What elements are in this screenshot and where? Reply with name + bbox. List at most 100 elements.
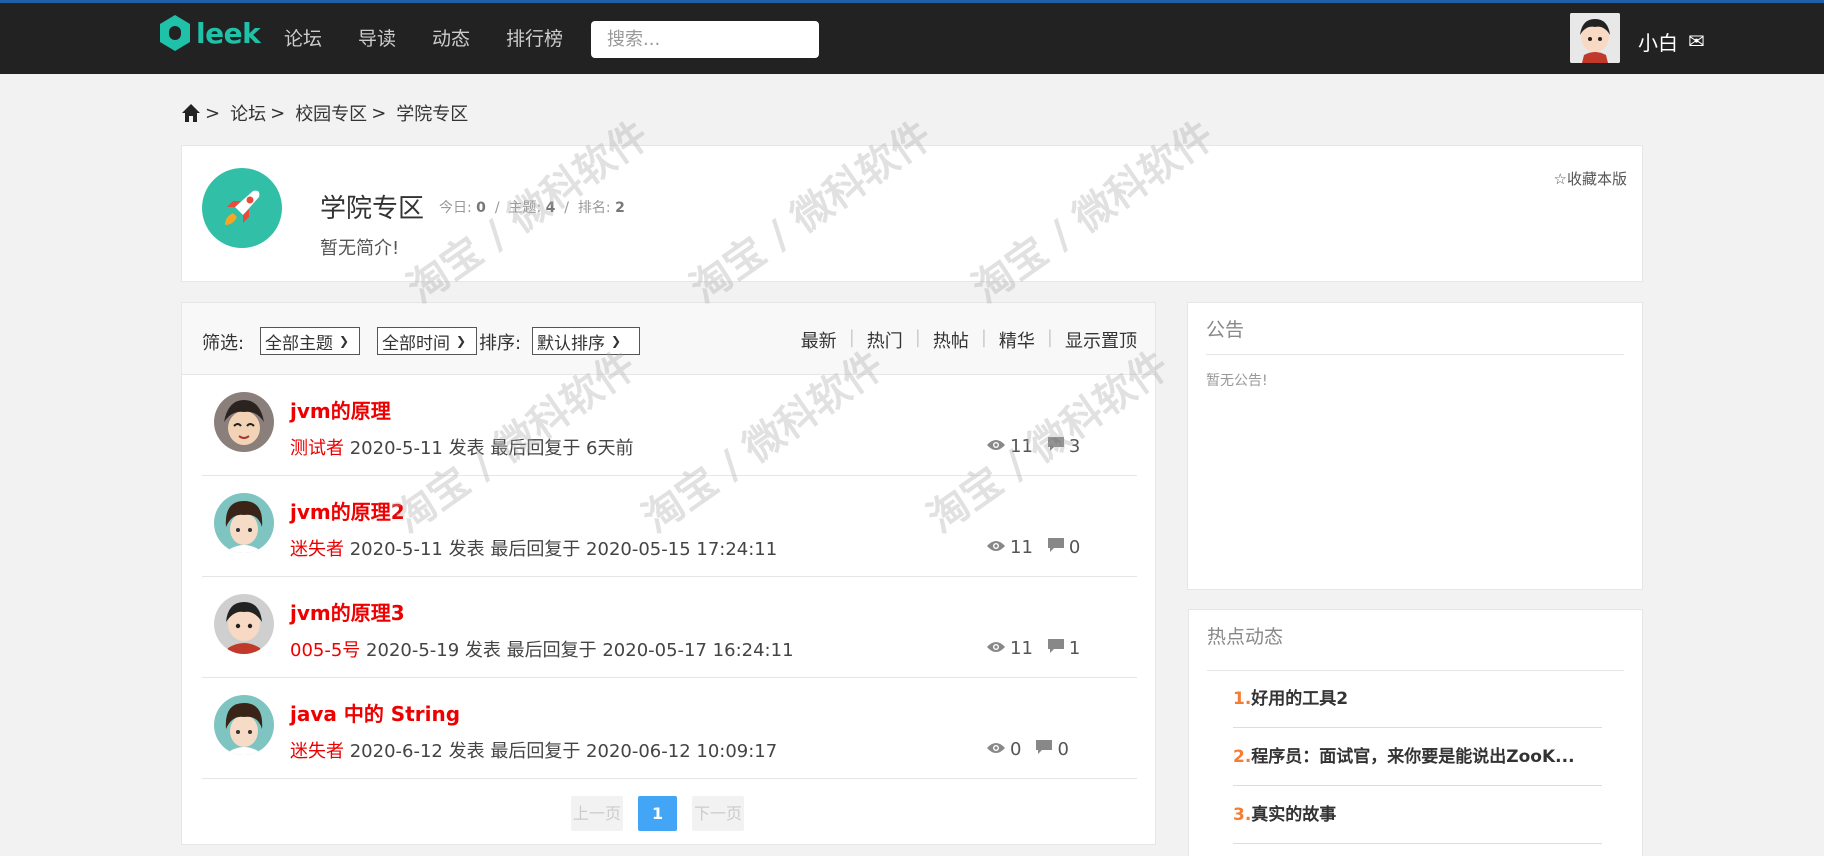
nav-activity[interactable]: 动态	[432, 24, 470, 51]
hot-item[interactable]: 3.真实的故事	[1233, 786, 1602, 844]
comment-icon	[1047, 537, 1065, 558]
divider	[1206, 354, 1624, 355]
author-avatar[interactable]	[214, 392, 274, 452]
view-count: 11	[1010, 537, 1033, 558]
thread-row: jvm的原理2 迷失者 2020-5-11 发表 最后回复于 2020-05-1…	[202, 476, 1137, 577]
top-navbar: leek 论坛 导读 动态 排行榜 小白 ✉	[0, 0, 1824, 74]
nav-ranking[interactable]: 排行榜	[506, 24, 563, 51]
thread-row: java 中的 String 迷失者 2020-6-12 发表 最后回复于 20…	[202, 678, 1137, 779]
breadcrumb-current: 学院专区	[396, 104, 469, 125]
hot-item-text: 真实的故事	[1251, 805, 1337, 825]
thread-stats: 11 0	[986, 537, 1080, 558]
reply-count: 0	[1057, 739, 1069, 760]
eye-icon	[986, 638, 1006, 659]
breadcrumb-separator: >	[371, 102, 387, 124]
mail-icon[interactable]: ✉	[1688, 29, 1705, 53]
breadcrumb: > 论坛 > 校园专区 > 学院专区	[181, 100, 468, 126]
site-logo[interactable]: leek	[160, 15, 261, 51]
board-title: 学院专区	[320, 194, 425, 224]
thread-title[interactable]: jvm的原理3	[290, 597, 405, 626]
search-input[interactable]	[591, 21, 819, 58]
thread-panel: 筛选: 全部主题 ❯ 全部时间 ❯ 排序: 默认排序 ❯ 最新 | 热门 | 热帖 | 精华…	[181, 302, 1156, 845]
author-avatar[interactable]	[214, 695, 274, 755]
sort-hot-posts[interactable]: 热帖	[933, 327, 969, 353]
reply-count: 1	[1068, 638, 1081, 659]
sort-select[interactable]: 默认排序 ❯	[532, 327, 640, 355]
thread-author[interactable]: 迷失者	[290, 539, 344, 560]
main-nav: 论坛 导读 动态 排行榜	[284, 24, 599, 51]
hot-topics-card: 热点动态 1.好用的工具2 2.程序员：面试官，来你要是能说出ZooK... 3…	[1188, 609, 1643, 856]
rocket-icon	[202, 168, 282, 248]
thread-title[interactable]: jvm的原理	[290, 395, 391, 424]
sort-latest[interactable]: 最新	[801, 327, 837, 353]
home-icon[interactable]	[181, 103, 201, 123]
thread-author[interactable]: 测试者	[290, 438, 344, 459]
thread-stats: 11 1	[986, 638, 1080, 659]
hot-rank: 3.	[1233, 805, 1252, 825]
topics-count: 4	[545, 200, 556, 216]
eye-icon	[986, 436, 1006, 457]
chevron-down-icon: ❯	[456, 334, 467, 348]
view-count: 11	[1010, 638, 1033, 659]
page-number-button[interactable]: 1	[638, 796, 678, 831]
time-select-value: 全部时间	[382, 333, 450, 354]
breadcrumb-separator: >	[205, 102, 221, 124]
filter-label: 筛选:	[202, 333, 245, 354]
rank-label: 排名:	[577, 200, 611, 216]
sort-featured[interactable]: 精华	[999, 327, 1035, 353]
topics-label: 主题:	[508, 200, 542, 216]
show-pinned[interactable]: 显示置顶	[1065, 327, 1137, 353]
thread-date-info: 2020-5-19 发表 最后回复于 2020-05-17 16:24:11	[360, 640, 794, 661]
prev-page-button[interactable]: 上一页	[571, 796, 624, 831]
board-header: 学院专区 今日: 0 / 主题: 4 / 排名: 2 暂无简介! ☆收藏本版	[181, 145, 1643, 282]
thread-list: jvm的原理 测试者 2020-5-11 发表 最后回复于 6天前 11 3 j…	[202, 375, 1137, 779]
hot-item-text: 好用的工具2	[1251, 689, 1349, 709]
sort-select-value: 默认排序	[537, 333, 605, 354]
breadcrumb-campus[interactable]: 校园专区	[295, 100, 367, 126]
time-select[interactable]: 全部时间 ❯	[377, 327, 477, 355]
board-description: 暂无简介!	[320, 238, 400, 259]
sort-hot[interactable]: 热门	[867, 327, 903, 353]
topic-select-value: 全部主题	[265, 333, 333, 354]
rank-value: 2	[615, 200, 625, 216]
hot-item[interactable]: 2.程序员：面试官，来你要是能说出ZooK...	[1233, 728, 1602, 786]
logo-text: leek	[196, 16, 261, 50]
thread-row: jvm的原理 测试者 2020-5-11 发表 最后回复于 6天前 11 3	[202, 375, 1137, 476]
thread-author[interactable]: 迷失者	[290, 741, 344, 762]
board-stats: 今日: 0 / 主题: 4 / 排名: 2	[439, 197, 625, 217]
stats-divider: /	[564, 200, 569, 216]
next-page-button[interactable]: 下一页	[692, 796, 745, 831]
username[interactable]: 小白	[1638, 27, 1678, 56]
comment-icon	[1035, 739, 1053, 760]
pagination: 上一页 1 下一页	[571, 796, 759, 831]
author-avatar[interactable]	[214, 493, 274, 553]
eye-icon	[986, 537, 1006, 558]
thread-meta: 迷失者 2020-6-12 发表 最后回复于 2020-06-12 10:09:…	[290, 737, 777, 763]
breadcrumb-separator: >	[270, 102, 286, 124]
thread-author[interactable]: 005-5号	[290, 640, 360, 661]
user-avatar[interactable]	[1570, 13, 1620, 63]
thread-meta: 测试者 2020-5-11 发表 最后回复于 6天前	[290, 434, 634, 460]
thread-date-info: 2020-6-12 发表 最后回复于 2020-06-12 10:09:17	[344, 741, 778, 762]
thread-date-info: 2020-5-11 发表 最后回复于 6天前	[344, 438, 634, 459]
stats-divider: /	[494, 200, 500, 216]
comment-icon	[1047, 638, 1065, 659]
topic-select[interactable]: 全部主题 ❯	[260, 327, 360, 355]
favorite-board-button[interactable]: ☆收藏本版	[1554, 168, 1627, 189]
nav-forum[interactable]: 论坛	[284, 24, 322, 51]
sort-label: 排序:	[479, 333, 522, 354]
thread-title[interactable]: jvm的原理2	[290, 496, 405, 525]
reply-count: 3	[1068, 436, 1081, 457]
comment-icon	[1047, 436, 1065, 457]
thread-title[interactable]: java 中的 String	[290, 698, 460, 727]
author-avatar[interactable]	[214, 594, 274, 654]
today-count: 0	[476, 200, 486, 216]
hot-item-text: 程序员：面试官，来你要是能说出ZooK...	[1251, 747, 1575, 767]
hot-item[interactable]: 1.好用的工具2	[1233, 670, 1602, 728]
hot-rank: 1.	[1233, 689, 1252, 709]
filter-bar: 筛选: 全部主题 ❯ 全部时间 ❯ 排序: 默认排序 ❯ 最新 | 热门 | 热帖 | 精华…	[182, 303, 1155, 375]
breadcrumb-forum[interactable]: 论坛	[230, 100, 266, 126]
notice-card: 公告 暂无公告!	[1187, 302, 1643, 590]
thread-row: jvm的原理3 005-5号 2020-5-19 发表 最后回复于 2020-0…	[202, 577, 1137, 678]
nav-guide[interactable]: 导读	[358, 24, 396, 51]
